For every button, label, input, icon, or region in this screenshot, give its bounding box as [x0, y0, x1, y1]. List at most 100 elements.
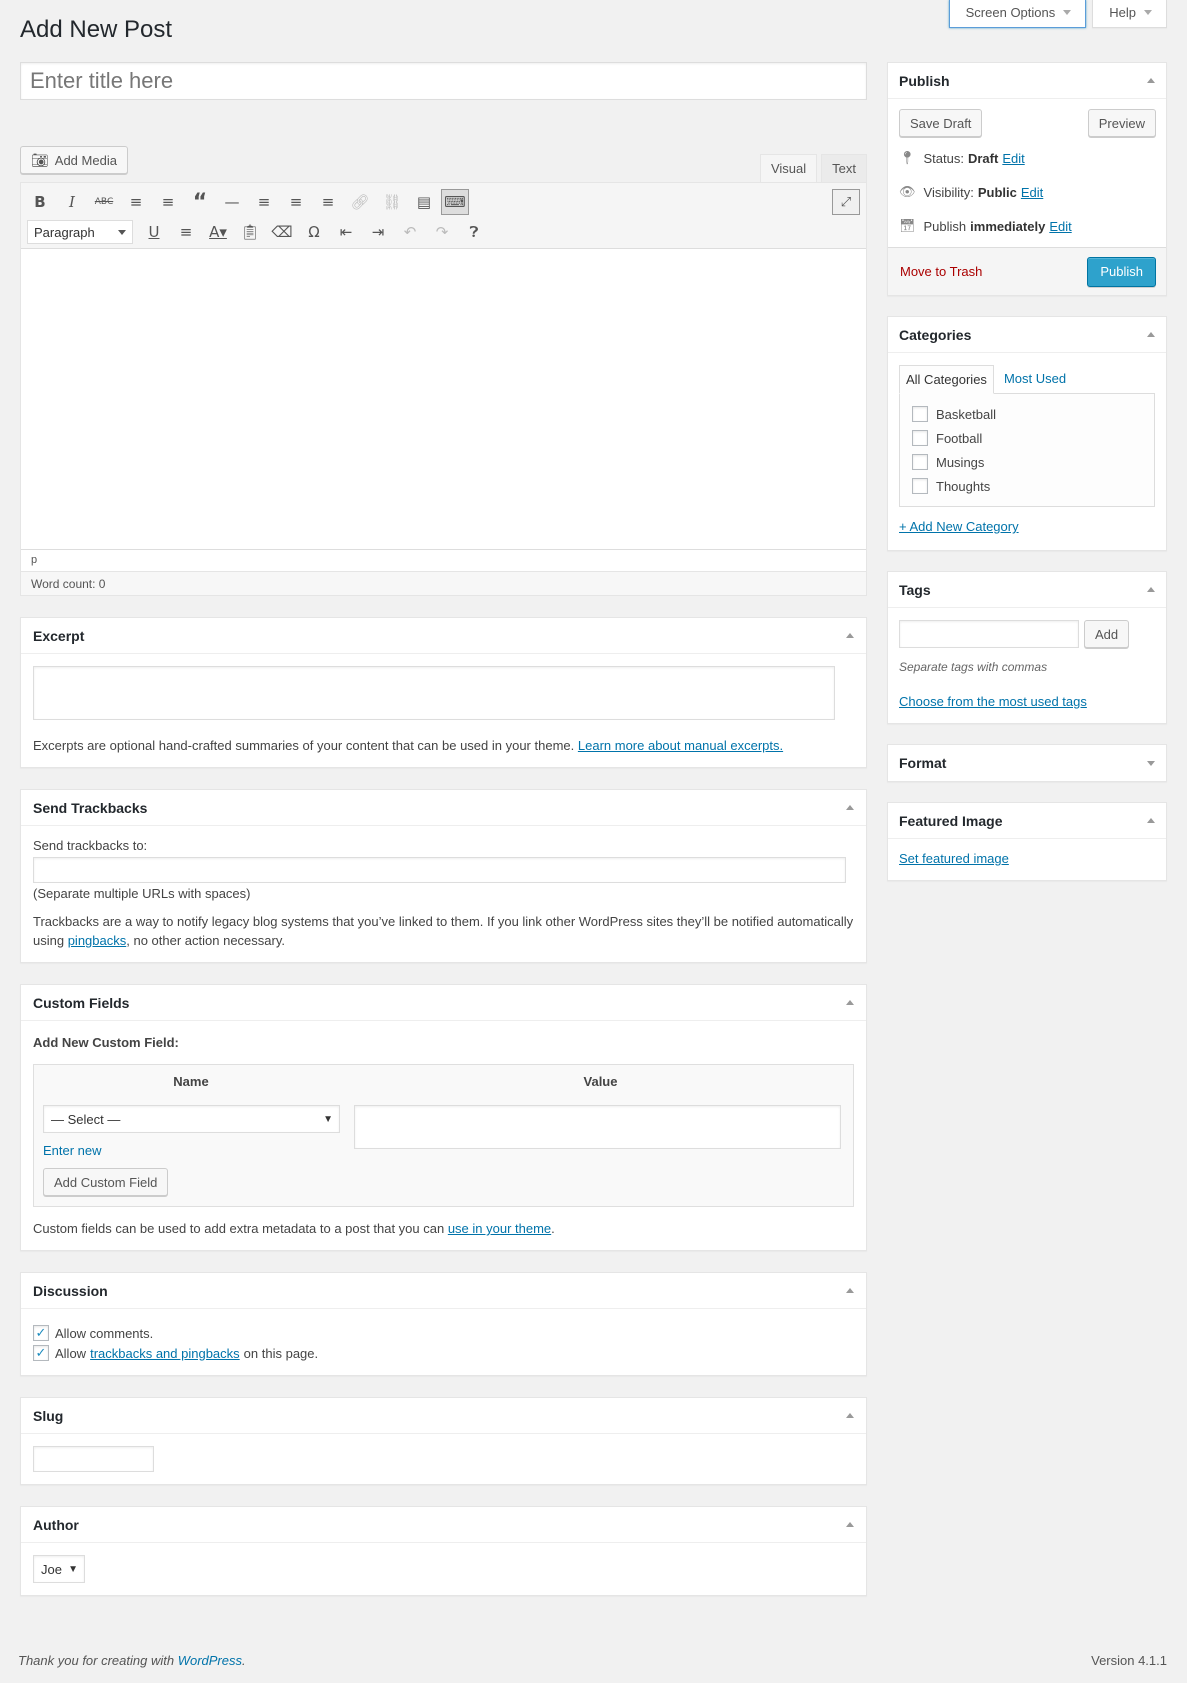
tags-header[interactable]: Tags [888, 572, 1166, 608]
featured-image-header[interactable]: Featured Image [888, 803, 1166, 839]
toolbar-toggle-icon[interactable]: ⌨ [441, 189, 469, 215]
allow-trackbacks-checkbox[interactable]: ✓ [33, 1345, 49, 1361]
editor-tools: 📷︎ Add Media Visual Text [20, 146, 867, 182]
format-select[interactable]: Paragraph [27, 220, 133, 244]
move-to-trash-link[interactable]: Move to Trash [900, 264, 982, 279]
edit-publish-time-link[interactable]: Edit [1049, 219, 1071, 234]
screen-options-button[interactable]: Screen Options [948, 0, 1087, 28]
add-media-button[interactable]: 📷︎ Add Media [20, 146, 128, 174]
unlink-icon[interactable]: ⛓︎ [377, 188, 407, 216]
tab-visual[interactable]: Visual [759, 154, 818, 182]
collapse-icon[interactable] [846, 1288, 854, 1293]
tags-input[interactable] [899, 620, 1079, 648]
author-select[interactable]: Joe ▼ [33, 1555, 85, 1583]
help-icon[interactable]: ❓︎ [459, 218, 489, 246]
edit-status-link[interactable]: Edit [1002, 151, 1024, 166]
trackbacks-header[interactable]: Send Trackbacks [21, 790, 866, 826]
redo-icon[interactable]: ↷ [427, 218, 457, 246]
footer-thanks: Thank you for creating with WordPress. [18, 1653, 246, 1668]
collapse-icon[interactable] [846, 633, 854, 638]
preview-button[interactable]: Preview [1087, 109, 1156, 137]
featured-image-box: Featured Image Set featured image [887, 802, 1167, 881]
fullscreen-icon[interactable]: ⤢ [832, 189, 860, 215]
tab-all-categories[interactable]: All Categories [899, 365, 994, 394]
numbered-list-icon[interactable]: ≡ [153, 188, 183, 216]
editor-body[interactable] [21, 249, 866, 549]
collapse-icon[interactable] [846, 805, 854, 810]
category-tabs: All Categories Most Used [888, 365, 1166, 394]
strikethrough-icon[interactable]: ABC [89, 188, 119, 216]
publish-button[interactable]: Publish [1087, 256, 1156, 287]
discussion-header[interactable]: Discussion [21, 1273, 866, 1309]
categories-header[interactable]: Categories [888, 317, 1166, 353]
collapse-icon[interactable] [1147, 78, 1155, 83]
category-label: Basketball [936, 406, 996, 422]
excerpt-header[interactable]: Excerpt [21, 618, 866, 654]
enter-new-link[interactable]: Enter new [43, 1143, 340, 1158]
italic-icon[interactable]: I [57, 188, 87, 216]
tab-text[interactable]: Text [821, 154, 867, 182]
indent-icon[interactable]: ⇥ [363, 218, 393, 246]
outdent-icon[interactable]: ⇤ [331, 218, 361, 246]
category-checkbox[interactable] [912, 406, 928, 422]
bulleted-list-icon[interactable]: ≡ [121, 188, 151, 216]
author-header[interactable]: Author [21, 1507, 866, 1543]
collapse-icon[interactable] [1147, 818, 1155, 823]
footer-thanks-text: Thank you for creating with [18, 1653, 175, 1668]
trackbacks-input[interactable] [33, 857, 846, 883]
choose-tags-link[interactable]: Choose from the most used tags [899, 694, 1155, 709]
align-center-icon[interactable]: ≡ [281, 188, 311, 216]
align-left-icon[interactable]: ≡ [249, 188, 279, 216]
use-in-theme-link[interactable]: use in your theme [448, 1221, 551, 1236]
allow-comments-checkbox[interactable]: ✓ [33, 1325, 49, 1341]
link-icon[interactable]: 🔗︎ [345, 188, 375, 216]
bold-icon[interactable]: B [25, 188, 55, 216]
expand-icon[interactable] [1147, 760, 1155, 766]
undo-icon[interactable]: ↶ [395, 218, 425, 246]
collapse-icon[interactable] [846, 1413, 854, 1418]
tags-input-row: Add [899, 620, 1155, 648]
excerpt-textarea[interactable] [33, 666, 835, 720]
custom-field-value-textarea[interactable] [354, 1105, 841, 1149]
underline-icon[interactable]: U [139, 218, 169, 246]
horizontal-line-icon[interactable]: — [217, 188, 247, 216]
editor-path: p [21, 549, 866, 571]
slug-header[interactable]: Slug [21, 1398, 866, 1434]
edit-visibility-link[interactable]: Edit [1021, 185, 1043, 200]
custom-field-key-select[interactable]: — Select — ▼ [43, 1105, 340, 1133]
help-button[interactable]: Help [1092, 0, 1167, 28]
collapse-icon[interactable] [1147, 332, 1155, 337]
custom-fields-header[interactable]: Custom Fields [21, 985, 866, 1021]
publish-box: Publish Save Draft Preview 📍︎ Status: Dr… [887, 62, 1167, 296]
category-checkbox[interactable] [912, 430, 928, 446]
publish-header[interactable]: Publish [888, 63, 1166, 99]
collapse-icon[interactable] [1147, 587, 1155, 592]
add-tag-button[interactable]: Add [1084, 620, 1130, 648]
clear-formatting-icon[interactable]: ⌫ [267, 218, 297, 246]
column-value: Value [583, 1073, 618, 1089]
paste-text-icon[interactable]: 📋︎ [235, 218, 265, 246]
set-featured-image-link[interactable]: Set featured image [899, 851, 1009, 866]
text-color-icon[interactable]: A▾ [203, 218, 233, 246]
add-new-category-link[interactable]: + Add New Category [899, 519, 1019, 534]
category-label: Musings [936, 454, 985, 470]
category-checkbox[interactable] [912, 478, 928, 494]
post-title-input[interactable]: Enter title here [20, 62, 867, 100]
add-custom-field-button[interactable]: Add Custom Field [43, 1168, 169, 1196]
slug-input[interactable] [33, 1446, 154, 1472]
tab-most-used[interactable]: Most Used [994, 365, 1072, 393]
save-draft-button[interactable]: Save Draft [899, 109, 983, 137]
special-character-icon[interactable]: Ω [299, 218, 329, 246]
excerpt-learn-more-link[interactable]: Learn more about manual excerpts. [578, 738, 783, 753]
trackbacks-pingbacks-link[interactable]: trackbacks and pingbacks [90, 1346, 240, 1361]
justify-icon[interactable]: ≡ [171, 218, 201, 246]
read-more-icon[interactable]: ▤ [409, 188, 439, 216]
collapse-icon[interactable] [846, 1000, 854, 1005]
wordpress-link[interactable]: WordPress [178, 1653, 242, 1668]
format-header[interactable]: Format [888, 745, 1166, 781]
align-right-icon[interactable]: ≡ [313, 188, 343, 216]
category-checkbox[interactable] [912, 454, 928, 470]
collapse-icon[interactable] [846, 1522, 854, 1527]
blockquote-icon[interactable]: “ [185, 188, 215, 216]
pingbacks-link[interactable]: pingbacks [68, 933, 127, 948]
